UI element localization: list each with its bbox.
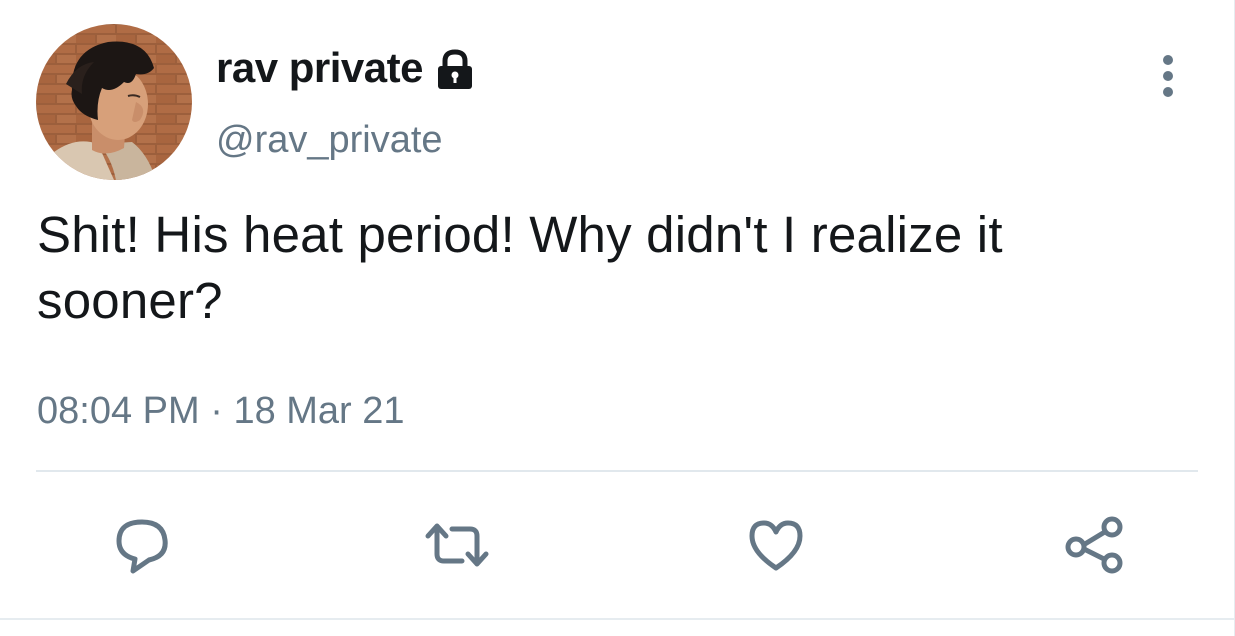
tweet-text: Shit! His heat period! Why didn't I real… (37, 206, 1003, 329)
tweet-timestamp[interactable]: 08:04 PM · 18 Mar 21 (37, 386, 405, 436)
reply-button[interactable] (107, 510, 177, 580)
heart-icon (749, 520, 803, 571)
display-name-text: rav private (216, 44, 423, 91)
bottom-border (0, 618, 1235, 620)
timestamp-separator: · (210, 390, 223, 432)
lock-icon (432, 47, 478, 93)
like-button[interactable] (741, 510, 811, 580)
user-handle[interactable]: @rav_private (216, 114, 443, 166)
tweet-card: rav private @rav_private Shit! His heat … (0, 0, 1235, 636)
more-vertical-icon[interactable] (1150, 50, 1186, 102)
retweet-button[interactable] (422, 510, 492, 580)
reply-icon (116, 519, 168, 574)
retweet-icon (425, 523, 489, 567)
divider (36, 470, 1198, 472)
share-button[interactable] (1060, 510, 1130, 580)
tweet-date: 18 Mar 21 (233, 390, 405, 432)
avatar-photo (36, 24, 192, 180)
avatar[interactable] (36, 24, 192, 180)
share-icon (1065, 516, 1123, 574)
tweet-time: 08:04 PM (37, 390, 200, 432)
user-display-name[interactable]: rav private (216, 40, 478, 96)
